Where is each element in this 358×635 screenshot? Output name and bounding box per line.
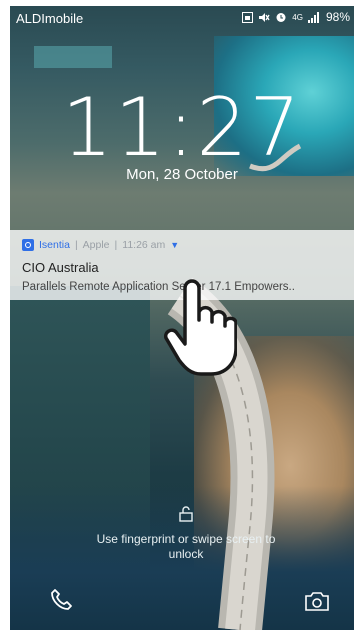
notification-category: Apple [82,239,110,251]
notification-header: Isentia | Apple | 11:26 am ▼ [22,239,179,251]
carrier-name: ALDImobile [16,11,84,26]
lock-screen: ALDImobile 4G 98% 11:27 Mon, 28 October … [10,6,354,630]
lock-date: Mon, 28 October [126,166,238,183]
battery-level: 98% [325,10,350,24]
lock-clock: 11:27 [61,81,303,174]
hand-pointer-icon [163,279,237,376]
separator: | [74,239,78,251]
notification-title: CIO Australia [22,260,99,275]
status-icons: 4G 98% [242,10,350,24]
notification-body: Parallels Remote Application Server 17.1… [22,281,295,293]
phone-icon[interactable] [46,584,76,614]
status-bar: ALDImobile 4G 98% [10,6,354,28]
camera-icon[interactable] [304,590,330,612]
lock-icon [179,506,193,522]
alarm-icon [276,13,286,22]
mute-icon [259,12,270,22]
unlock-hint: Use fingerprint or swipe screen to unloc… [96,532,276,561]
notification-time: 11:26 am [122,239,166,251]
separator: | [114,239,118,251]
notification-app-name: Isentia [39,239,70,251]
image-icon [242,11,254,23]
app-icon [22,239,34,251]
expand-chevron-icon[interactable]: ▼ [170,240,179,250]
network-type: 4G [292,12,303,22]
signal-icon [307,11,319,23]
redacted-area [34,46,112,68]
